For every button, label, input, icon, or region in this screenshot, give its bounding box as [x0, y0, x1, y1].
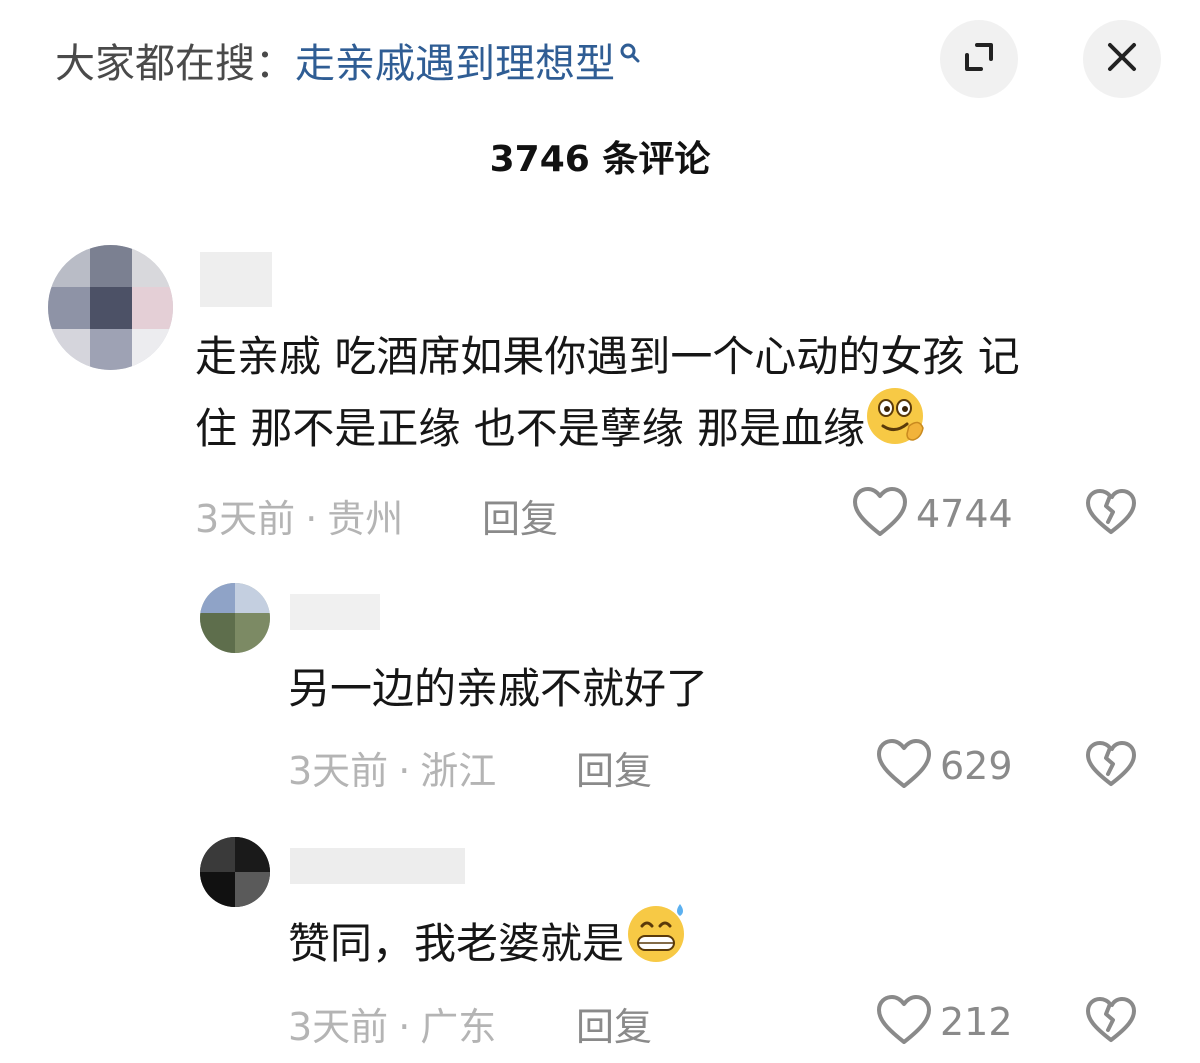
search-term-link[interactable]: 走亲戚遇到理想型 [295, 31, 615, 89]
comment-text: 走亲戚 吃酒席如果你遇到一个心动的女孩 记 住 那不是正缘 也不是孽缘 那是血缘 [195, 322, 1155, 471]
comment-text: 赞同，我老婆就是 [288, 904, 692, 987]
expand-icon [959, 37, 999, 81]
comment-meta: 3天前 · 贵州 [195, 497, 404, 541]
comment-meta: 3天前 · 广东 [288, 1005, 497, 1049]
avatar[interactable] [200, 583, 270, 653]
close-button[interactable] [1083, 20, 1161, 98]
reply-button[interactable]: 回复 [576, 996, 652, 1051]
username-blurred[interactable] [290, 594, 380, 630]
heart-icon [876, 738, 932, 794]
like-button[interactable]: 212 [876, 994, 1013, 1050]
like-count: 629 [940, 744, 1013, 788]
username-blurred[interactable] [290, 848, 465, 884]
search-suggestion[interactable]: 大家都在搜： 走亲戚遇到理想型 [55, 30, 641, 90]
comment-meta: 3天前 · 浙江 [288, 749, 497, 793]
expand-button[interactable] [940, 20, 1018, 98]
heart-icon [852, 486, 908, 542]
reply-button[interactable]: 回复 [576, 740, 652, 795]
reply-button[interactable]: 回复 [482, 488, 558, 543]
broken-heart-icon [1085, 489, 1137, 540]
like-button[interactable]: 4744 [852, 486, 1013, 542]
avatar[interactable] [48, 245, 173, 370]
avatar[interactable] [200, 837, 270, 907]
dislike-button[interactable] [1085, 488, 1137, 540]
like-count: 212 [940, 1000, 1013, 1044]
heart-icon [876, 994, 932, 1050]
username-blurred[interactable] [200, 252, 272, 307]
dislike-button[interactable] [1085, 740, 1137, 792]
search-prefix: 大家都在搜： [55, 41, 295, 87]
search-icon [619, 28, 641, 74]
like-button[interactable]: 629 [876, 738, 1013, 794]
dislike-button[interactable] [1085, 996, 1137, 1048]
broken-heart-icon [1085, 997, 1137, 1048]
comment-count-title: 3746 条评论 [489, 139, 711, 180]
grin-sweat-emoji [624, 898, 692, 987]
close-icon [1104, 39, 1140, 79]
like-count: 4744 [916, 492, 1013, 536]
comment-text: 另一边的亲戚不就好了 [288, 664, 709, 713]
broken-heart-icon [1085, 741, 1137, 792]
smirk-emoji [865, 384, 931, 471]
